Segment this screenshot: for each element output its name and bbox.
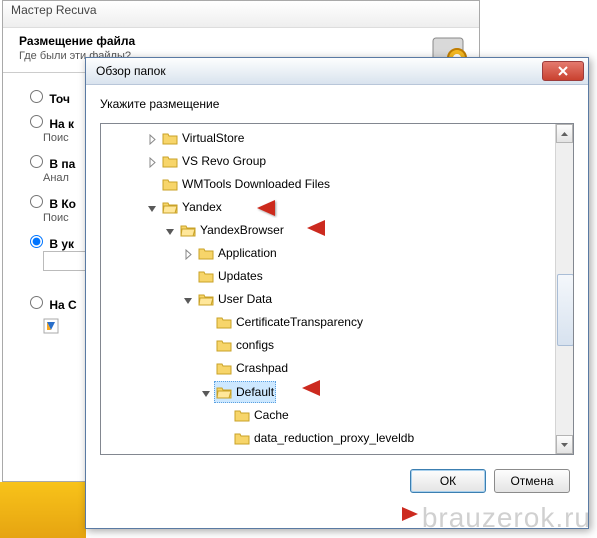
- folder-icon: [162, 131, 178, 145]
- expander-expanded-icon[interactable]: [183, 295, 194, 306]
- tree-node[interactable]: Application: [196, 243, 279, 263]
- tree-node[interactable]: configs: [214, 335, 276, 355]
- cancel-label: Отмена: [510, 474, 553, 488]
- ok-label: ОК: [440, 474, 456, 488]
- radio-label: На к: [49, 117, 74, 131]
- tree-label: configs: [236, 335, 274, 355]
- tree-label: WMTools Downloaded Files: [182, 174, 330, 194]
- expander-collapsed-icon[interactable]: [147, 134, 158, 145]
- tree-node[interactable]: VS Revo Group: [160, 151, 268, 171]
- folder-open-icon: [198, 292, 214, 306]
- radio-label: В па: [49, 157, 75, 171]
- folder-icon: [234, 408, 250, 422]
- folder-icon: [198, 269, 214, 283]
- folder-icon: [162, 154, 178, 168]
- chevron-up-icon: [561, 132, 568, 136]
- radio-label: В ук: [49, 237, 74, 251]
- folder-icon: [216, 338, 232, 352]
- tree-label: Application: [218, 243, 277, 263]
- dialog-title: Обзор папок: [96, 64, 542, 78]
- tree-node-default-selected[interactable]: Default: [214, 381, 276, 403]
- expander-collapsed-icon[interactable]: [147, 157, 158, 168]
- wizard-titlebar: Мастер Recuva: [3, 1, 479, 28]
- tree-node[interactable]: Crashpad: [214, 358, 290, 378]
- expander-expanded-icon[interactable]: [147, 203, 158, 214]
- folder-tree-container: VirtualStore VS Revo Group WMTools Downl…: [100, 123, 574, 455]
- tree-label: CertificateTransparency: [236, 312, 363, 332]
- dialog-instruction: Укажите размещение: [86, 85, 588, 119]
- folder-tree[interactable]: VirtualStore VS Revo Group WMTools Downl…: [101, 124, 573, 454]
- dialog-titlebar[interactable]: Обзор папок: [86, 58, 588, 85]
- tree-node[interactable]: VirtualStore: [160, 128, 246, 148]
- tree-node[interactable]: databases: [232, 451, 311, 454]
- tree-label: Yandex: [182, 197, 222, 217]
- folder-icon: [234, 431, 250, 445]
- tree-label: User Data: [218, 289, 272, 309]
- folder-open-icon: [162, 200, 178, 214]
- folder-icon: [162, 177, 178, 191]
- tree-label: VS Revo Group: [182, 151, 266, 171]
- vertical-scrollbar[interactable]: [555, 124, 573, 454]
- expander-collapsed-icon[interactable]: [183, 249, 194, 260]
- tree-label: data_reduction_proxy_leveldb: [254, 428, 414, 448]
- scroll-down-button[interactable]: [556, 435, 573, 454]
- ok-button[interactable]: ОК: [410, 469, 486, 493]
- tree-label: databases: [254, 451, 309, 454]
- scrollbar-thumb[interactable]: [557, 274, 574, 346]
- tree-label: Crashpad: [236, 358, 288, 378]
- radio-label: Точ: [49, 92, 70, 106]
- wizard-title-text: Мастер Recuva: [11, 3, 97, 17]
- tree-label: Cache: [254, 405, 289, 425]
- folder-open-icon: [216, 385, 232, 399]
- radio-label: На C: [49, 298, 76, 312]
- wizard-heading: Размещение файла: [19, 34, 467, 48]
- tree-label: Default: [236, 382, 274, 402]
- tree-label: Updates: [218, 266, 263, 286]
- tree-node[interactable]: Updates: [196, 266, 265, 286]
- tree-node-userdata[interactable]: User Data: [196, 289, 274, 309]
- yellow-background-strip: [0, 482, 86, 538]
- folder-icon: [216, 315, 232, 329]
- folder-icon: [216, 361, 232, 375]
- tree-label: YandexBrowser: [200, 220, 284, 240]
- radio-label: В Ко: [49, 197, 76, 211]
- browse-folder-dialog: Обзор папок Укажите размещение VirtualSt…: [85, 57, 589, 529]
- scroll-up-button[interactable]: [556, 124, 573, 143]
- tree-node[interactable]: data_reduction_proxy_leveldb: [232, 428, 416, 448]
- tree-node[interactable]: WMTools Downloaded Files: [160, 174, 332, 194]
- dialog-button-row: ОК Отмена: [86, 455, 588, 493]
- close-icon: [558, 66, 568, 76]
- tree-node[interactable]: Cache: [232, 405, 291, 425]
- tree-node[interactable]: CertificateTransparency: [214, 312, 365, 332]
- expander-expanded-icon[interactable]: [201, 388, 212, 399]
- chevron-down-icon: [561, 443, 568, 447]
- tree-node-yandex[interactable]: Yandex: [160, 197, 224, 217]
- cancel-button[interactable]: Отмена: [494, 469, 570, 493]
- folder-icon: [198, 246, 214, 260]
- watermark-text: brauzerok.ru: [422, 502, 591, 534]
- folder-open-icon: [180, 223, 196, 237]
- close-button[interactable]: [542, 61, 584, 81]
- tree-node-yandexbrowser[interactable]: YandexBrowser: [178, 220, 286, 240]
- tree-label: VirtualStore: [182, 128, 244, 148]
- expander-expanded-icon[interactable]: [165, 226, 176, 237]
